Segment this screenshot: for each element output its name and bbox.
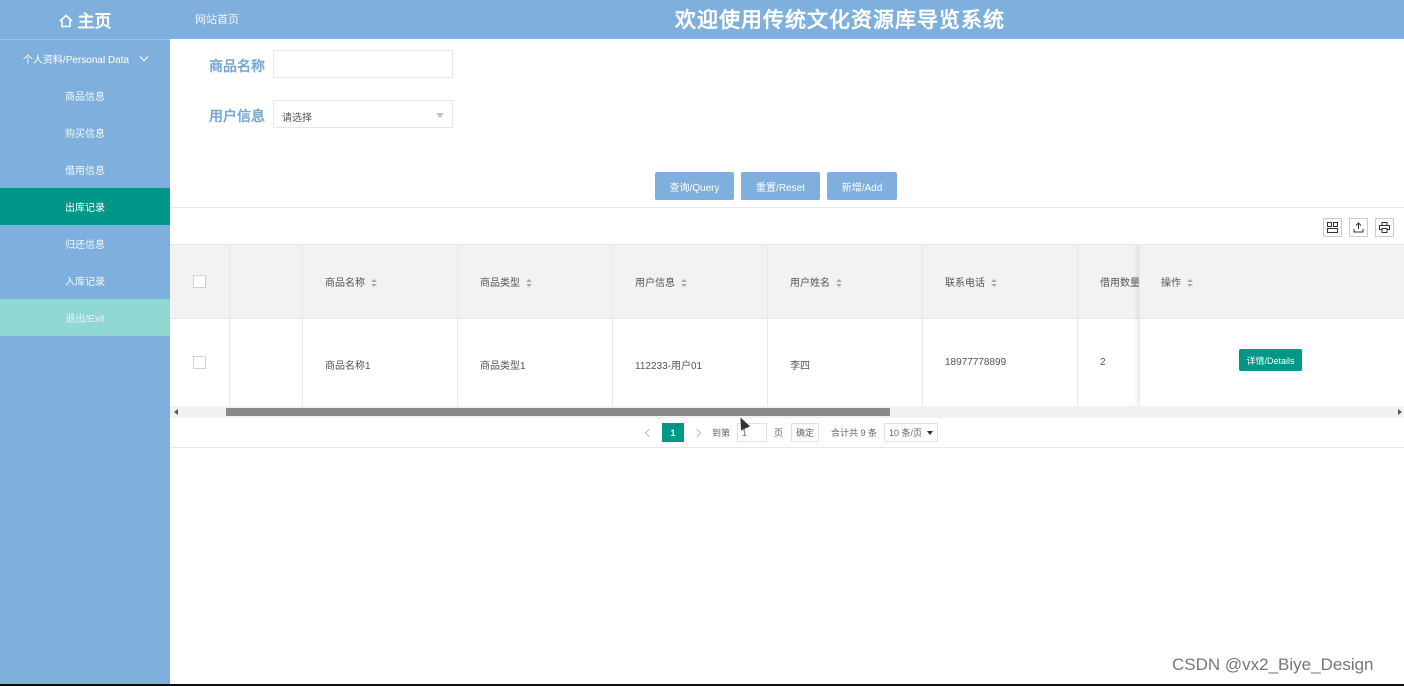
columns-icon[interactable] bbox=[1323, 218, 1342, 237]
sidebar-item-label: 归还信息 bbox=[65, 240, 105, 251]
print-icon[interactable] bbox=[1375, 218, 1394, 237]
column-header-goods-type[interactable]: 商品类型 bbox=[480, 274, 532, 289]
column-header-user-info[interactable]: 用户信息 bbox=[635, 274, 687, 289]
caret-down-icon bbox=[927, 430, 934, 435]
column-divider bbox=[303, 245, 458, 406]
horizontal-scrollbar[interactable] bbox=[170, 406, 1404, 418]
sidebar-group-personal-data[interactable]: 个人资料/Personal Data bbox=[0, 39, 170, 77]
column-header-label: 用户姓名 bbox=[790, 278, 830, 289]
caret-down-icon bbox=[436, 113, 444, 118]
column-divider bbox=[458, 245, 613, 406]
page-unit-label: 页 bbox=[774, 428, 784, 438]
row-checkbox[interactable] bbox=[193, 356, 206, 369]
per-page-select[interactable]: 10 条/页 bbox=[884, 423, 939, 442]
sidebar-item-exit[interactable]: 退出/Exit bbox=[0, 299, 170, 336]
cell-phone: 18977778899 bbox=[945, 357, 1007, 368]
cell-goods-name: 商品名称1 bbox=[325, 361, 371, 372]
column-header-phone[interactable]: 联系电话 bbox=[945, 274, 997, 289]
watermark: CSDN @vx2_Biye_Design bbox=[1172, 655, 1374, 674]
goods-name-input[interactable] bbox=[273, 50, 453, 78]
sidebar-item-label: 退出/Exit bbox=[65, 314, 105, 325]
column-header-quantity[interactable]: 借用数量 bbox=[1100, 274, 1140, 289]
scroll-left-icon[interactable] bbox=[174, 409, 178, 415]
column-header-label: 借用数量 bbox=[1100, 278, 1140, 289]
sidebar-item-outbound-records[interactable]: 出库记录 bbox=[0, 188, 170, 225]
goto-confirm-button[interactable]: 确定 bbox=[791, 423, 820, 442]
sidebar-item-purchase-info[interactable]: 购买信息 bbox=[0, 114, 170, 151]
column-header-label: 操作 bbox=[1161, 278, 1181, 289]
sidebar-item-return-info[interactable]: 归还信息 bbox=[0, 225, 170, 262]
per-page-value: 10 条/页 bbox=[889, 428, 923, 438]
add-button[interactable]: 新增/Add bbox=[827, 172, 897, 200]
column-divider bbox=[923, 245, 1078, 406]
home-link[interactable]: 主页 bbox=[0, 0, 170, 39]
chevron-down-icon bbox=[139, 52, 149, 61]
sidebar-item-borrow-info[interactable]: 借用信息 bbox=[0, 151, 170, 188]
sidebar-item-label: 出库记录 bbox=[65, 203, 105, 214]
sidebar-item-label: 借用信息 bbox=[65, 166, 105, 177]
user-info-label: 用户信息 bbox=[209, 108, 265, 124]
user-info-select[interactable]: 请选择 bbox=[273, 100, 453, 128]
fixed-action-column: 操作 详情/Details bbox=[1139, 245, 1404, 406]
home-icon bbox=[58, 13, 73, 27]
sidebar: 个人资料/Personal Data 商品信息 购买信息 借用信息 出库记录 归… bbox=[0, 39, 170, 686]
column-header-goods-name[interactable]: 商品名称 bbox=[325, 274, 377, 289]
column-header-user-name[interactable]: 用户姓名 bbox=[790, 274, 842, 289]
details-button[interactable]: 详情/Details bbox=[1239, 349, 1302, 371]
table-toolbar bbox=[170, 207, 1404, 244]
export-icon[interactable] bbox=[1349, 218, 1368, 237]
page-title: 欢迎使用传统文化资源库导览系统 bbox=[675, 9, 1005, 32]
select-all-checkbox[interactable] bbox=[193, 275, 206, 288]
data-table: 商品名称 商品类型 用户信息 用户姓名 联系电话 借用数量 商品名称1 商品类型… bbox=[170, 244, 1404, 406]
chevron-right-icon bbox=[692, 428, 702, 437]
goods-name-label: 商品名称 bbox=[209, 58, 265, 74]
main-content: 商品名称 用户信息 请选择 查询/Query 重置/Reset 新增/Add 商… bbox=[170, 39, 1404, 686]
column-divider bbox=[170, 245, 230, 406]
page-number-current[interactable]: 1 bbox=[662, 423, 684, 442]
top-bar: 主页 网站首页 欢迎使用传统文化资源库导览系统 bbox=[0, 0, 1404, 39]
sort-icon[interactable] bbox=[836, 278, 842, 288]
sidebar-item-label: 购买信息 bbox=[65, 129, 105, 140]
pagination: 1 到第 1 页 确定 合计共 9 条 10 条/页 bbox=[170, 418, 1404, 448]
reset-button[interactable]: 重置/Reset bbox=[741, 172, 820, 200]
user-info-select-placeholder: 请选择 bbox=[282, 113, 312, 124]
sidebar-group-label: 个人资料/Personal Data bbox=[22, 55, 130, 66]
column-header-label: 商品类型 bbox=[480, 278, 520, 289]
sidebar-item-label: 入库记录 bbox=[65, 277, 105, 288]
column-header-action[interactable]: 操作 bbox=[1161, 274, 1193, 289]
scroll-right-icon[interactable] bbox=[1398, 409, 1402, 415]
column-divider bbox=[768, 245, 923, 406]
sort-icon[interactable] bbox=[991, 278, 997, 288]
scrollbar-thumb[interactable] bbox=[226, 408, 890, 416]
chevron-left-icon bbox=[644, 428, 654, 437]
column-header-label: 商品名称 bbox=[325, 278, 365, 289]
prev-page-button[interactable] bbox=[644, 423, 654, 442]
total-count: 合计共 9 条 bbox=[831, 428, 878, 438]
cell-user-info: 112233-用户01 bbox=[635, 361, 703, 372]
sidebar-item-inbound-records[interactable]: 入库记录 bbox=[0, 262, 170, 299]
query-button[interactable]: 查询/Query bbox=[655, 172, 734, 200]
cell-goods-type: 商品类型1 bbox=[480, 361, 526, 372]
sidebar-item-label: 商品信息 bbox=[65, 92, 105, 103]
column-header-label: 联系电话 bbox=[945, 278, 985, 289]
sort-icon[interactable] bbox=[526, 278, 532, 288]
sort-icon[interactable] bbox=[371, 278, 377, 288]
cell-user-name: 李四 bbox=[790, 361, 810, 372]
home-label: 主页 bbox=[77, 12, 112, 31]
goto-label: 到第 bbox=[712, 428, 731, 438]
column-divider bbox=[613, 245, 768, 406]
cell-quantity: 2 bbox=[1100, 357, 1106, 368]
sidebar-item-goods-info[interactable]: 商品信息 bbox=[0, 77, 170, 114]
sort-icon[interactable] bbox=[1187, 278, 1193, 288]
sort-icon[interactable] bbox=[681, 278, 687, 288]
breadcrumb[interactable]: 网站首页 bbox=[195, 11, 239, 27]
column-divider bbox=[230, 245, 303, 406]
next-page-button[interactable] bbox=[692, 423, 702, 442]
column-header-label: 用户信息 bbox=[635, 278, 675, 289]
